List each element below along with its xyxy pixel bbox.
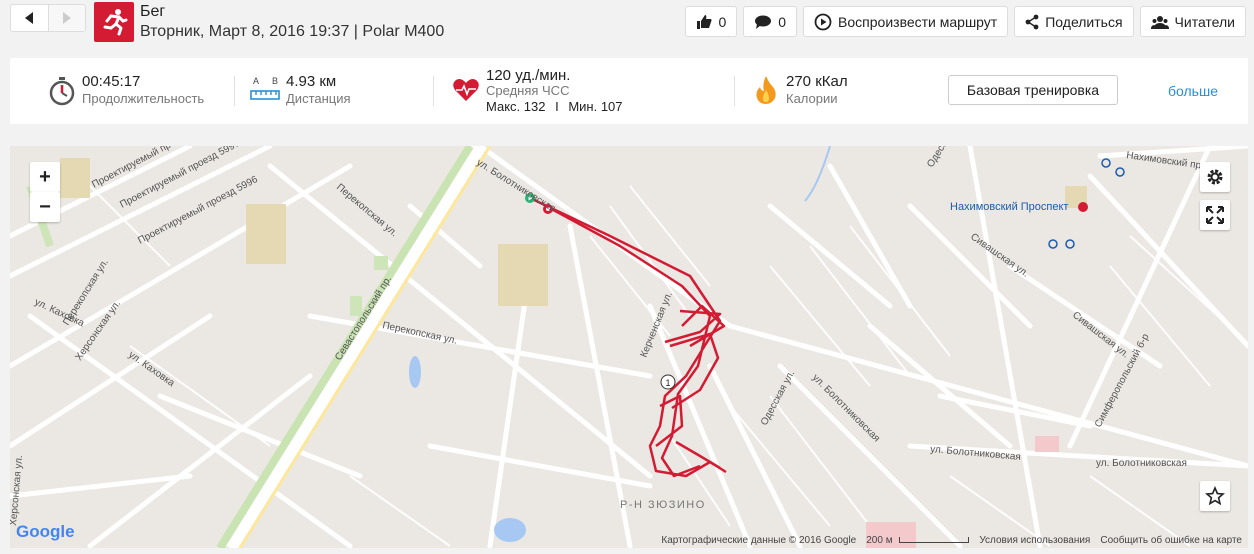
point-b-label: B: [272, 76, 279, 86]
gear-icon: [1207, 169, 1223, 185]
nav-buttons: [10, 4, 86, 32]
scale-bar: [899, 537, 970, 544]
thumbs-up-icon: [697, 15, 712, 29]
duration-value: 00:45:17: [82, 73, 141, 90]
metro-label: Нахимовский Проспект: [950, 201, 1068, 213]
duration-label: Продолжительность: [82, 91, 205, 106]
google-logo-text: Google: [16, 522, 75, 541]
followers-button[interactable]: Читатели: [1139, 6, 1246, 37]
comment-icon: [755, 15, 772, 29]
users-icon: [1150, 15, 1169, 29]
zoom-out-button[interactable]: −: [30, 192, 60, 222]
base-training-button[interactable]: Базовая тренировка: [948, 75, 1118, 105]
district-label: Р-Н ЗЮЗИНО: [620, 499, 706, 511]
forward-button[interactable]: [47, 5, 85, 31]
divider: [734, 76, 735, 106]
calories-value: 270 кКал: [786, 73, 848, 90]
likes-count: 0: [718, 13, 727, 30]
scale-label: 200 м: [866, 535, 893, 546]
map-data-credit: Картографические данные © 2016 Google: [661, 535, 857, 546]
route-map[interactable]: 1 Проектируемый проезд Проектируемый про…: [10, 146, 1248, 548]
favorite-button[interactable]: [1200, 481, 1230, 511]
distance-label: Дистанция: [286, 91, 351, 106]
running-icon: [94, 2, 134, 42]
lap-marker: 1: [665, 378, 670, 388]
hr-range: Макс. 132 I Мин. 107: [486, 99, 623, 114]
divider: [433, 76, 434, 106]
google-logo: Google: [16, 522, 75, 542]
hr-label: Средняя ЧСС: [486, 83, 570, 98]
replay-label: Воспроизвести маршрут: [838, 13, 998, 30]
chevron-left-icon: [25, 12, 34, 24]
fullscreen-button[interactable]: [1200, 200, 1230, 230]
distance-value: 4.93 км: [286, 73, 337, 90]
followers-label: Читатели: [1174, 13, 1235, 30]
report-error-link[interactable]: Сообщить об ошибке на карте: [1100, 535, 1242, 546]
comment-button[interactable]: 0: [743, 6, 798, 37]
hr-max: Макс. 132: [486, 99, 546, 114]
sport-name: Бег: [140, 3, 166, 20]
map-footer: Картографические данные © 2016 Google 20…: [661, 535, 1242, 546]
map-canvas: 1 Проектируемый проезд Проектируемый про…: [10, 146, 1248, 548]
chevron-right-icon: [62, 12, 71, 24]
divider: [234, 76, 235, 106]
session-info: Вторник, Март 8, 2016 19:37 | Polar M400: [140, 23, 445, 40]
map-scale: 200 м: [866, 535, 970, 546]
star-icon: [1205, 486, 1225, 506]
top-bar: Бег Вторник, Март 8, 2016 19:37 | Polar …: [0, 0, 1254, 48]
calories-label: Калории: [786, 91, 838, 106]
map-settings-button[interactable]: [1200, 162, 1230, 192]
point-a-label: A: [253, 76, 260, 86]
comments-count: 0: [778, 13, 787, 30]
share-button[interactable]: Поделиться: [1014, 6, 1134, 37]
flame-icon: [756, 76, 776, 104]
zoom-in-button[interactable]: +: [30, 162, 60, 192]
summary-panel: 00:45:17 Продолжительность A B 4.93 км Д…: [10, 58, 1248, 124]
action-bar: 0 0 Воспроизвести маршрут Поделиться Чит…: [685, 6, 1246, 37]
hr-min: Мин. 107: [568, 99, 623, 114]
expand-icon: [1206, 206, 1224, 224]
play-circle-icon: [814, 13, 832, 30]
hr-separator: I: [555, 99, 559, 114]
terms-link[interactable]: Условия использования: [979, 535, 1090, 546]
ruler-icon: [250, 90, 280, 100]
replay-route-button[interactable]: Воспроизвести маршрут: [803, 6, 1009, 37]
street-label: ул. Болотниковская: [1096, 458, 1187, 469]
more-link[interactable]: больше: [1168, 83, 1218, 99]
heart-icon: [453, 79, 479, 101]
stopwatch-icon: [49, 77, 75, 106]
hr-value: 120 уд./мин.: [486, 67, 571, 84]
back-button[interactable]: [11, 5, 48, 31]
share-label: Поделиться: [1045, 13, 1123, 30]
like-button[interactable]: 0: [685, 6, 738, 37]
share-icon: [1025, 14, 1039, 29]
